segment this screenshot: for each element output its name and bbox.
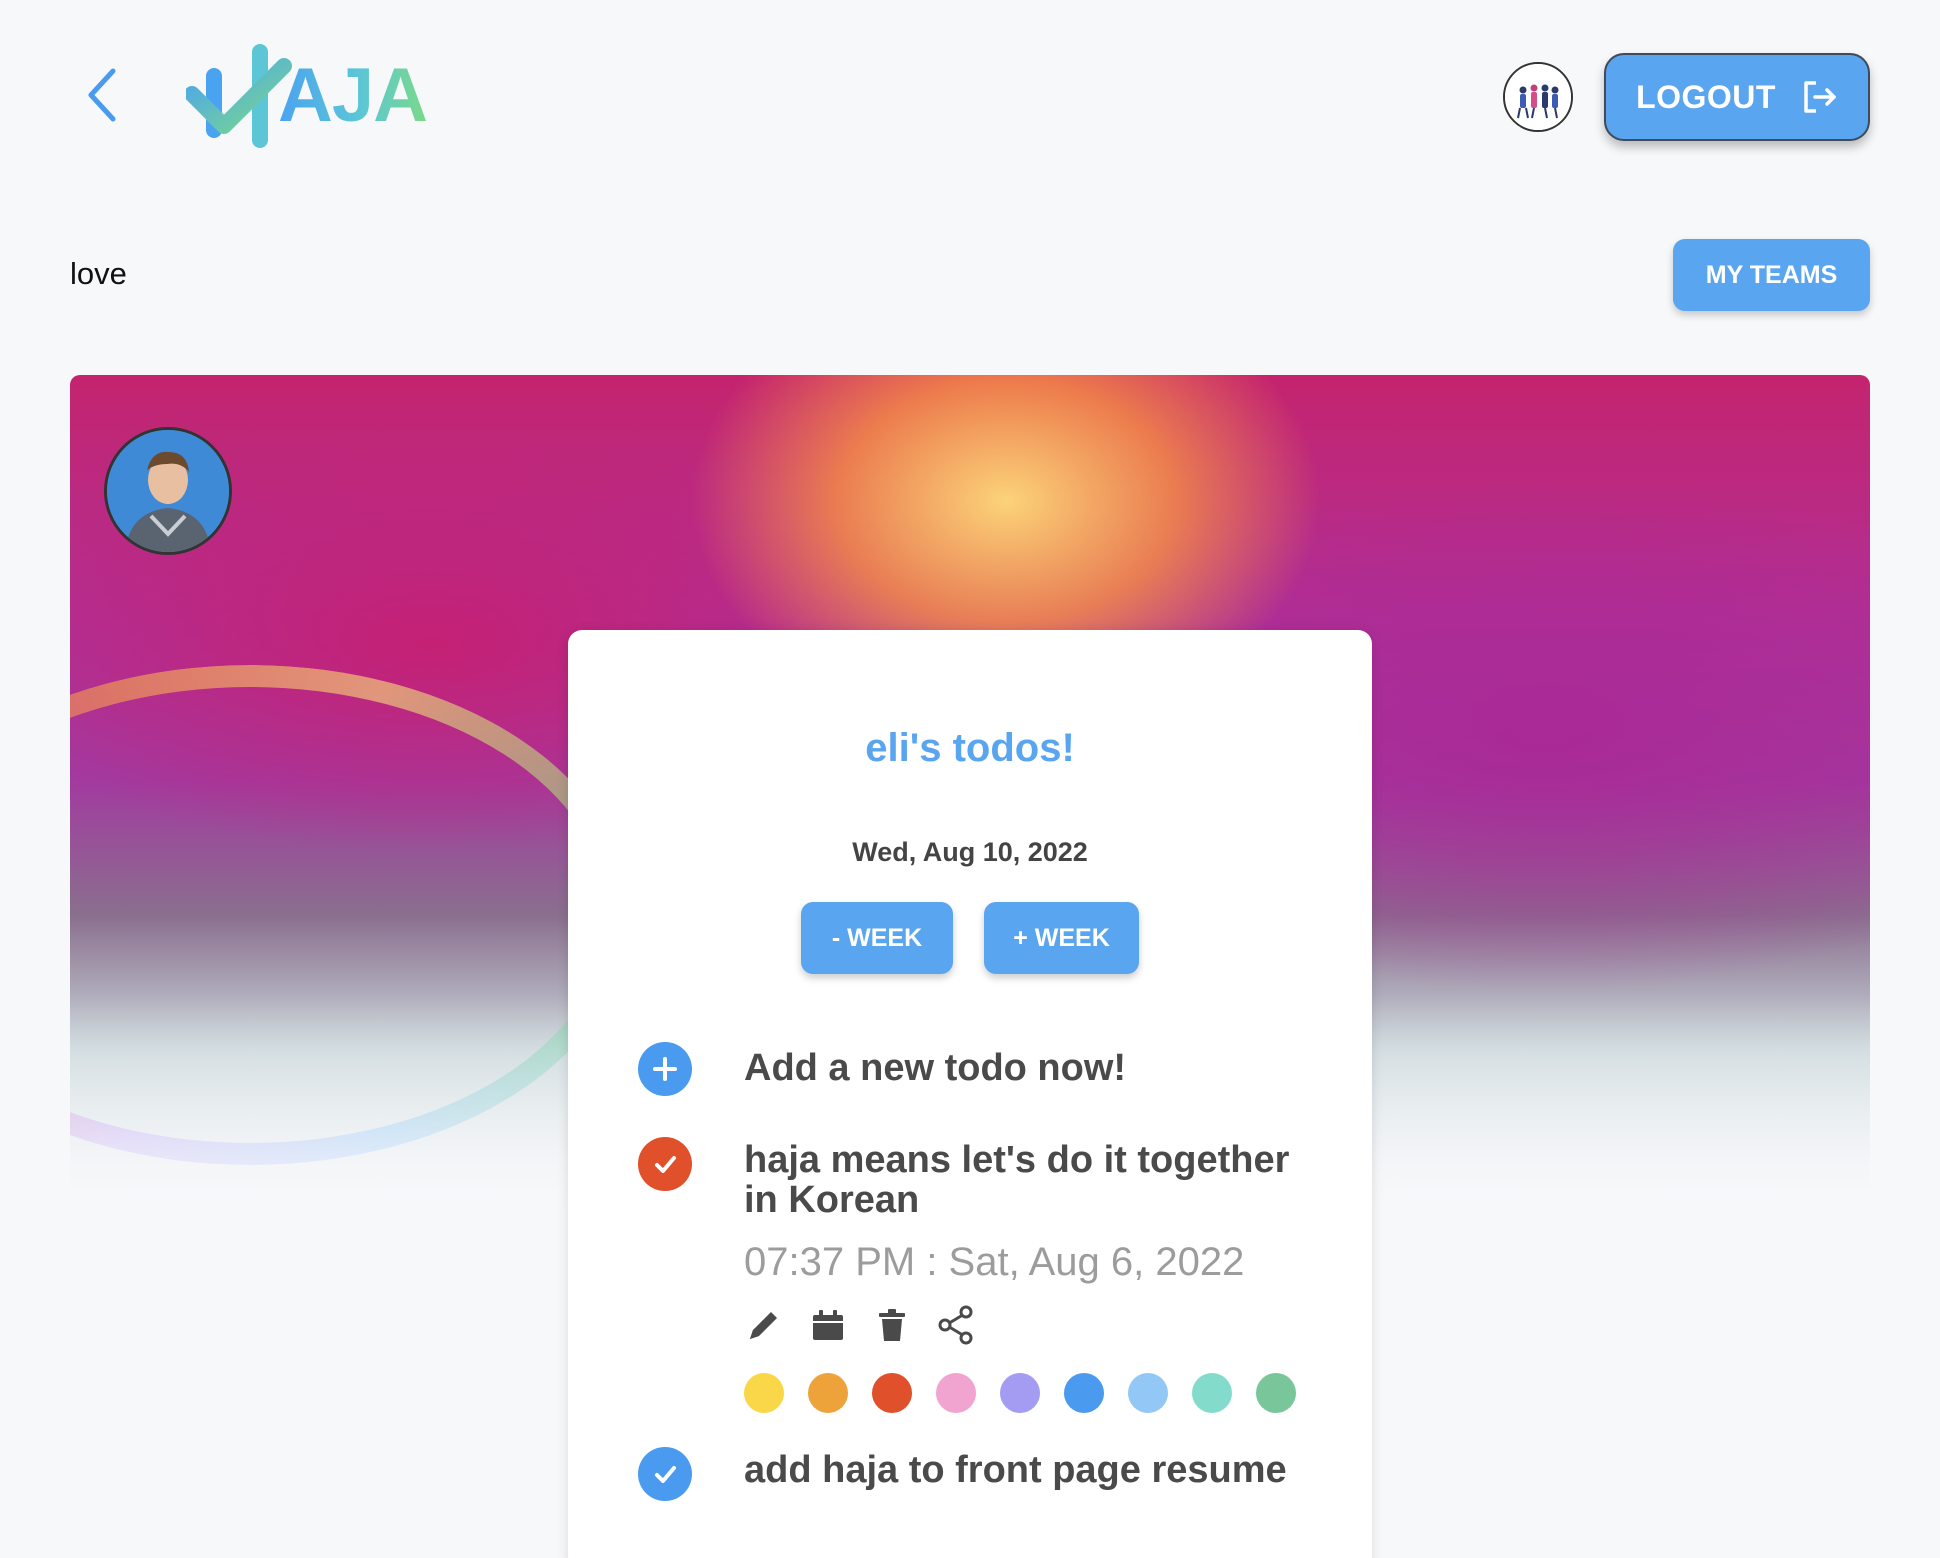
plus-week-button[interactable]: + WEEK — [984, 902, 1139, 974]
logo-text: AJA — [278, 53, 428, 138]
team-name: love — [70, 256, 127, 291]
calendar-icon — [813, 1310, 843, 1340]
todo-complete-toggle[interactable] — [638, 1137, 692, 1191]
checkmark-icon — [655, 1156, 676, 1173]
todo-card: eli's todos! Wed, Aug 10, 2022 - WEEK + … — [568, 630, 1372, 1558]
user-avatar[interactable] — [104, 427, 232, 555]
edit-button[interactable] — [744, 1305, 784, 1345]
add-todo-button[interactable] — [638, 1042, 692, 1096]
logout-icon — [1804, 81, 1836, 113]
todo-time: 07:37 PM : Sat, Aug 6, 2022 — [744, 1240, 1245, 1284]
team-people-icon — [1505, 64, 1571, 130]
plus-icon — [653, 1057, 677, 1081]
delete-button[interactable] — [872, 1305, 912, 1345]
color-option-yellow[interactable] — [744, 1373, 784, 1413]
team-avatar[interactable] — [1503, 62, 1573, 132]
color-option-purple[interactable] — [1000, 1373, 1040, 1413]
color-option-teal[interactable] — [1192, 1373, 1232, 1413]
color-option-green[interactable] — [1256, 1373, 1296, 1413]
minus-week-button[interactable]: - WEEK — [801, 902, 953, 974]
logout-button[interactable]: LOGOUT — [1604, 53, 1870, 141]
share-button[interactable] — [936, 1305, 976, 1345]
haja-logo[interactable]: AJA — [186, 40, 436, 152]
color-option-pink[interactable] — [936, 1373, 976, 1413]
chevron-left-icon — [88, 68, 116, 122]
current-date: Wed, Aug 10, 2022 — [852, 837, 1088, 867]
trash-icon — [879, 1309, 905, 1341]
user-portrait-icon — [107, 430, 229, 552]
todo-complete-toggle[interactable] — [638, 1447, 692, 1501]
card-title: eli's todos! — [865, 726, 1075, 770]
rainbow-decoration — [70, 665, 630, 1165]
color-option-orange[interactable] — [808, 1373, 848, 1413]
color-option-red[interactable] — [872, 1373, 912, 1413]
todo-text[interactable]: add haja to front page resume — [744, 1450, 1304, 1490]
my-teams-button[interactable]: MY TEAMS — [1673, 239, 1870, 311]
color-option-light-blue[interactable] — [1128, 1373, 1168, 1413]
logout-label: LOGOUT — [1636, 78, 1776, 115]
back-button[interactable] — [80, 66, 124, 124]
add-todo-label[interactable]: Add a new todo now! — [744, 1048, 1304, 1088]
color-picker — [744, 1373, 1296, 1413]
share-icon — [938, 1305, 973, 1345]
date-button[interactable] — [808, 1305, 848, 1345]
todo-actions — [744, 1305, 976, 1345]
todo-text[interactable]: haja means let's do it together in Korea… — [744, 1140, 1304, 1220]
color-option-blue[interactable] — [1064, 1373, 1104, 1413]
pencil-icon — [750, 1312, 777, 1339]
checkmark-icon — [655, 1466, 676, 1483]
